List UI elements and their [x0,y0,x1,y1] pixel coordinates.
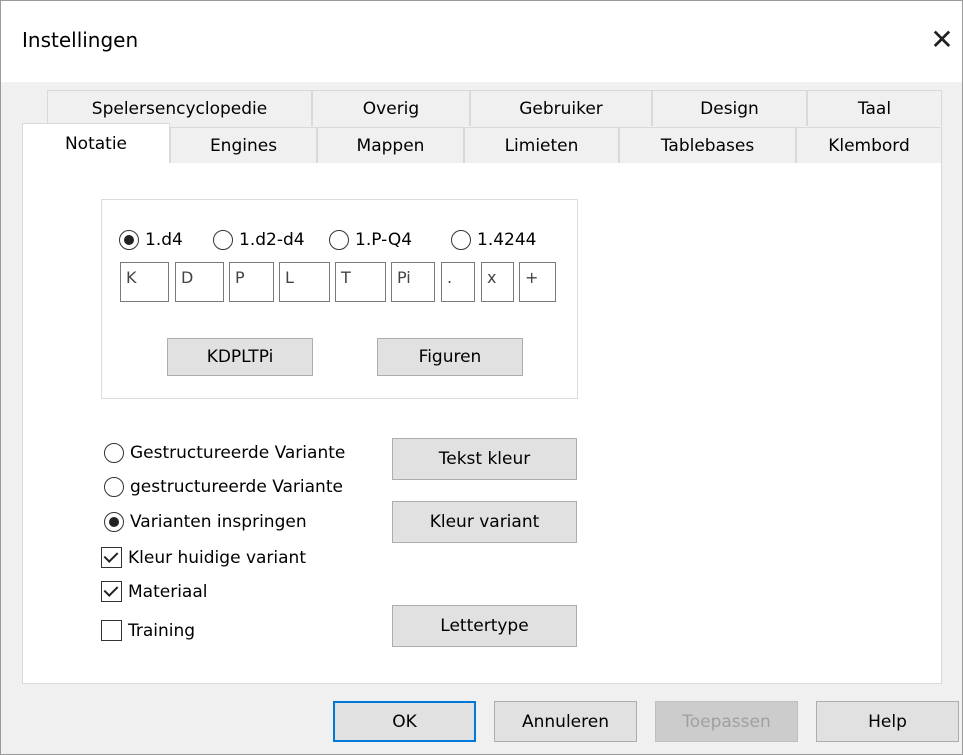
radio-icon[interactable] [451,230,471,250]
tab-label: Spelersencyclopedie [91,98,268,119]
tab-tablebases[interactable]: Tablebases [619,127,796,163]
close-icon[interactable]: ✕ [926,20,958,60]
checkbox-kleur-huidige-variant[interactable]: Kleur huidige variant [101,547,306,568]
tab-label: Design [700,98,759,119]
title-bar [0,0,963,82]
radio-icon[interactable] [104,477,124,497]
checkbox-icon[interactable] [101,581,122,602]
checkbox-materiaal[interactable]: Materiaal [101,581,207,602]
checkbox-icon[interactable] [101,620,122,641]
tab-overig[interactable]: Overig [312,90,470,126]
piece-bishop-input[interactable]: L [279,262,330,302]
lettertype-button[interactable]: Lettertype [392,605,577,647]
format-option-14244[interactable]: 1.4244 [451,230,536,250]
checkbox-training[interactable]: Training [101,620,195,641]
kdpltpi-button[interactable]: KDPLTPi [167,338,313,376]
format-option-1d4[interactable]: 1.d4 [119,230,183,250]
tab-gebruiker[interactable]: Gebruiker [470,90,652,126]
checkbox-icon[interactable] [101,547,122,568]
option-label: 1.d2-d4 [239,230,305,250]
tab-label: Tablebases [660,135,755,156]
piece-king-input[interactable]: K [120,262,169,302]
option-label: Gestructureerde Variante [130,443,346,463]
radio-icon[interactable] [213,230,233,250]
dialog-title: Instellingen [22,28,139,52]
tab-label: Mappen [356,135,425,156]
check-input[interactable]: + [519,262,556,302]
tekst-kleur-button[interactable]: Tekst kleur [392,438,577,480]
option-label: 1.d4 [145,230,183,250]
option-label: 1.P-Q4 [355,230,413,250]
tab-mappen[interactable]: Mappen [317,127,464,163]
capture-input[interactable]: x [481,262,514,302]
kleur-variant-button[interactable]: Kleur variant [392,501,577,543]
tab-klembord[interactable]: Klembord [796,127,942,163]
piece-rook-input[interactable]: P [229,262,274,302]
tab-taal[interactable]: Taal [807,90,942,126]
radio-icon[interactable] [104,443,124,463]
radio-icon[interactable] [329,230,349,250]
cancel-button[interactable]: Annuleren [494,701,637,742]
piece-pawn-input[interactable]: Pi [391,262,435,302]
tab-label: Limieten [504,135,579,156]
tab-design[interactable]: Design [652,90,807,126]
radio-icon[interactable] [104,512,124,532]
checkbox-label: Training [128,620,196,641]
tab-notatie[interactable]: Notatie [22,123,170,163]
option-gestructureerde-variante-2[interactable]: gestructureerde Variante [104,477,343,497]
radio-icon[interactable] [119,230,139,250]
figuren-button[interactable]: Figuren [377,338,523,376]
tab-label: Klembord [828,135,910,156]
piece-knight-input[interactable]: T [335,262,386,302]
option-label: gestructureerde Variante [130,477,343,497]
checkbox-label: Kleur huidige variant [128,547,306,568]
tab-limieten[interactable]: Limieten [464,127,619,163]
apply-button[interactable]: Toepassen [655,701,798,742]
piece-queen-input[interactable]: D [175,262,224,302]
option-label: Varianten inspringen [130,512,307,532]
format-option-1d2d4[interactable]: 1.d2-d4 [213,230,305,250]
tab-spelersencyclopedie[interactable]: Spelersencyclopedie [47,90,312,126]
tab-label: Gebruiker [519,98,603,119]
option-varianten-inspringen[interactable]: Varianten inspringen [104,512,307,532]
help-button[interactable]: Help [816,701,959,742]
tab-label: Engines [209,135,278,156]
checkbox-label: Materiaal [128,581,208,602]
option-label: 1.4244 [477,230,537,250]
tab-label: Taal [857,98,892,119]
separator-input[interactable]: . [441,262,475,302]
tab-engines[interactable]: Engines [170,127,317,163]
ok-button[interactable]: OK [333,701,476,742]
tab-label: Overig [362,98,420,119]
option-gestructureerde-variante-1[interactable]: Gestructureerde Variante [104,443,345,463]
tab-label: Notatie [64,133,128,154]
format-option-1pq4[interactable]: 1.P-Q4 [329,230,412,250]
